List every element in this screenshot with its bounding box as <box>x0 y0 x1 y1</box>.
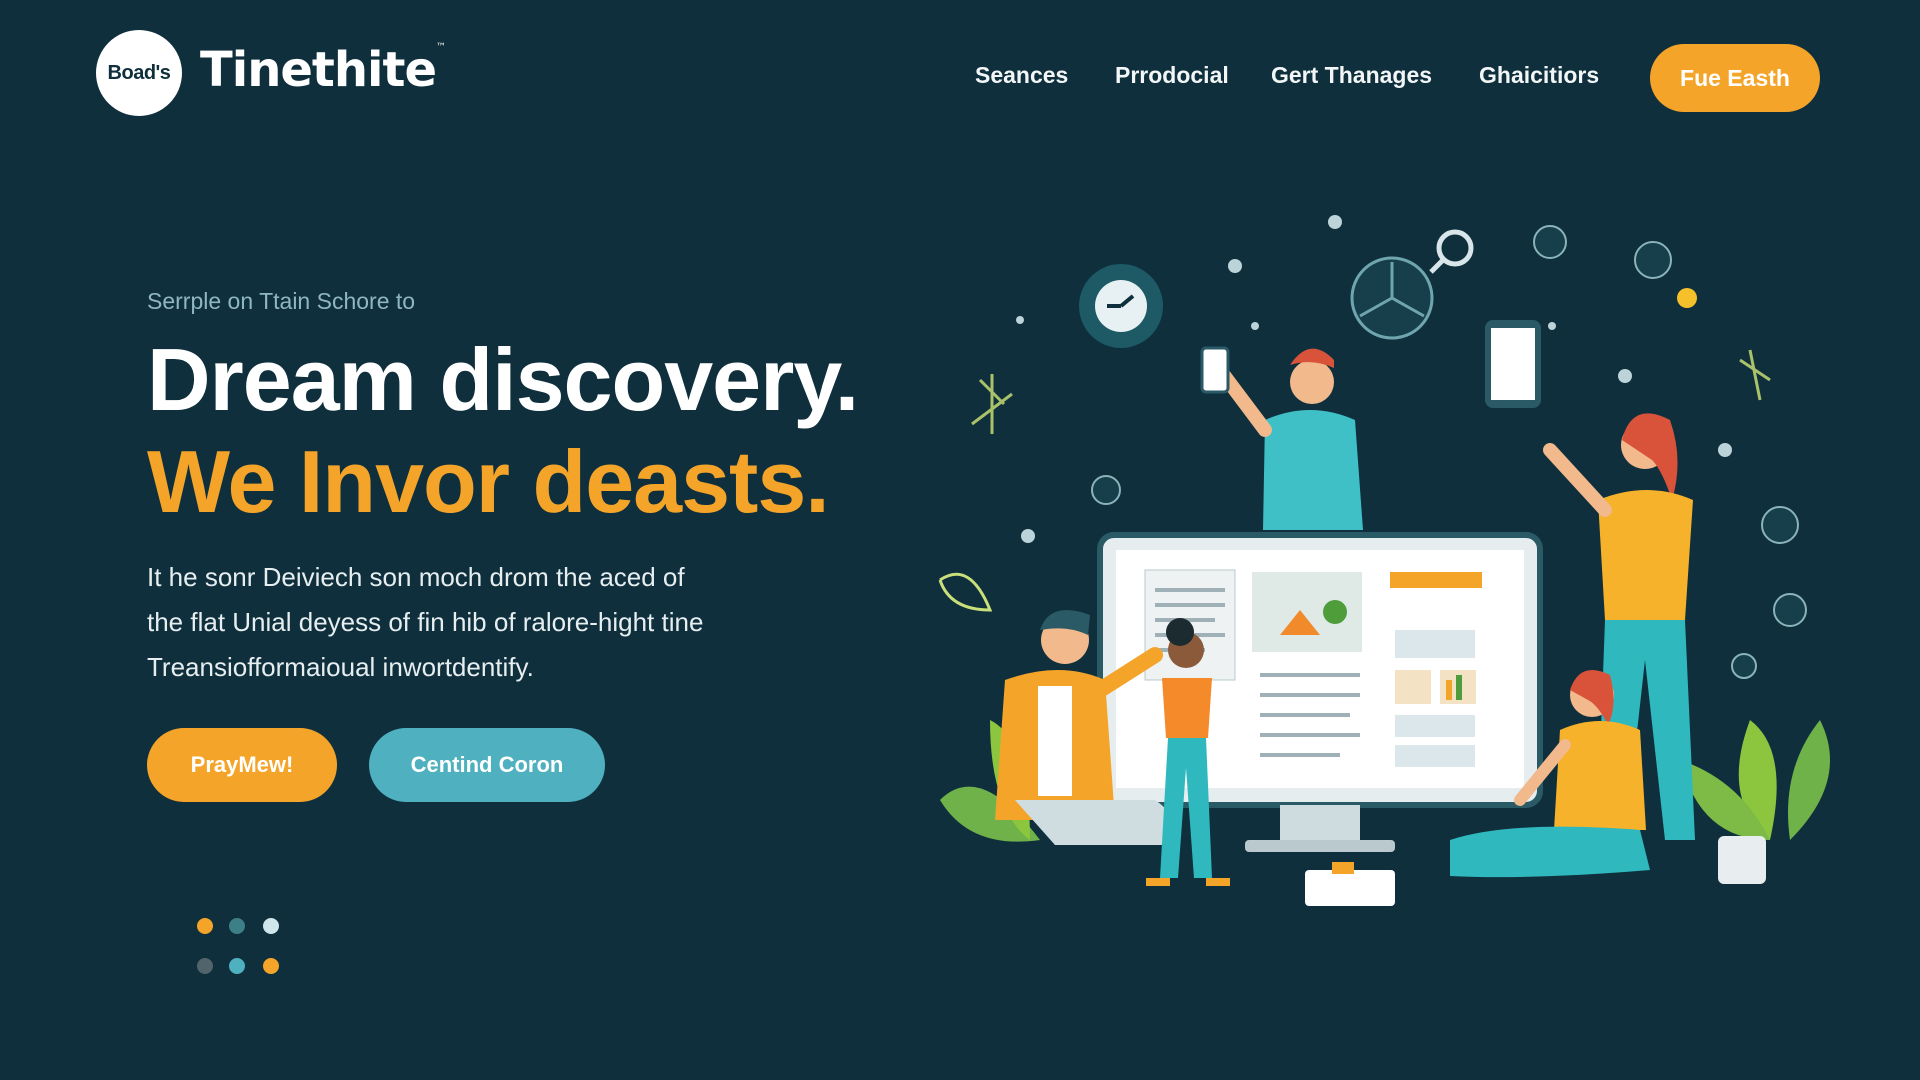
hero-headline-primary: Dream discovery. <box>147 330 859 429</box>
person-holding-phone <box>1200 346 1363 530</box>
decorative-dot <box>1677 288 1697 308</box>
carousel-dot[interactable] <box>229 958 245 974</box>
hero-paragraph-line: the flat Unial deyess of fin hib of ralo… <box>147 607 704 637</box>
hero-paragraph: It he sonr Deiviech son moch drom the ac… <box>147 555 797 690</box>
primary-cta-button[interactable]: PrayMew! <box>147 728 337 802</box>
logo-badge[interactable]: Boad's <box>96 30 182 116</box>
carousel-dot[interactable] <box>197 918 213 934</box>
hero-eyebrow: Serrple on Ttain Schore to <box>147 288 416 314</box>
nav-link-ghaicitiors[interactable]: Ghaicitiors <box>1479 62 1599 89</box>
carousel-dot[interactable] <box>197 958 213 974</box>
trademark: ™ <box>436 42 446 53</box>
brand-name[interactable]: Tinethite™ <box>200 42 446 98</box>
clock-icon <box>1079 264 1163 348</box>
nav-link-prrodocial[interactable]: Prrodocial <box>1115 62 1229 89</box>
carousel-dot[interactable] <box>263 918 279 934</box>
secondary-cta-button[interactable]: Centind Coron <box>369 728 605 802</box>
hero-headline-accent: We Invor deasts. <box>147 432 830 531</box>
header-cta-button[interactable]: Fue Easth <box>1650 44 1820 112</box>
floor-box-label <box>1332 862 1354 874</box>
nav-link-gert-thanages[interactable]: Gert Thanages <box>1271 62 1432 89</box>
magnifier-icon <box>1429 229 1474 274</box>
fan-icon <box>1350 256 1434 340</box>
team-collaboration-illustration <box>938 215 1830 906</box>
hero-paragraph-line: It he sonr Deiviech son moch drom the ac… <box>147 562 685 592</box>
carousel-dot[interactable] <box>263 958 279 974</box>
floor-box <box>1305 870 1395 906</box>
nav-link-seances[interactable]: Seances <box>975 62 1068 89</box>
decorative-leaf-icon <box>938 572 993 612</box>
brand-text: Tinethite <box>200 42 437 98</box>
plant-right <box>1680 720 1830 884</box>
hero-paragraph-line: Treansiofformaioual inwortdentify. <box>147 652 534 682</box>
carousel-dot[interactable] <box>229 918 245 934</box>
